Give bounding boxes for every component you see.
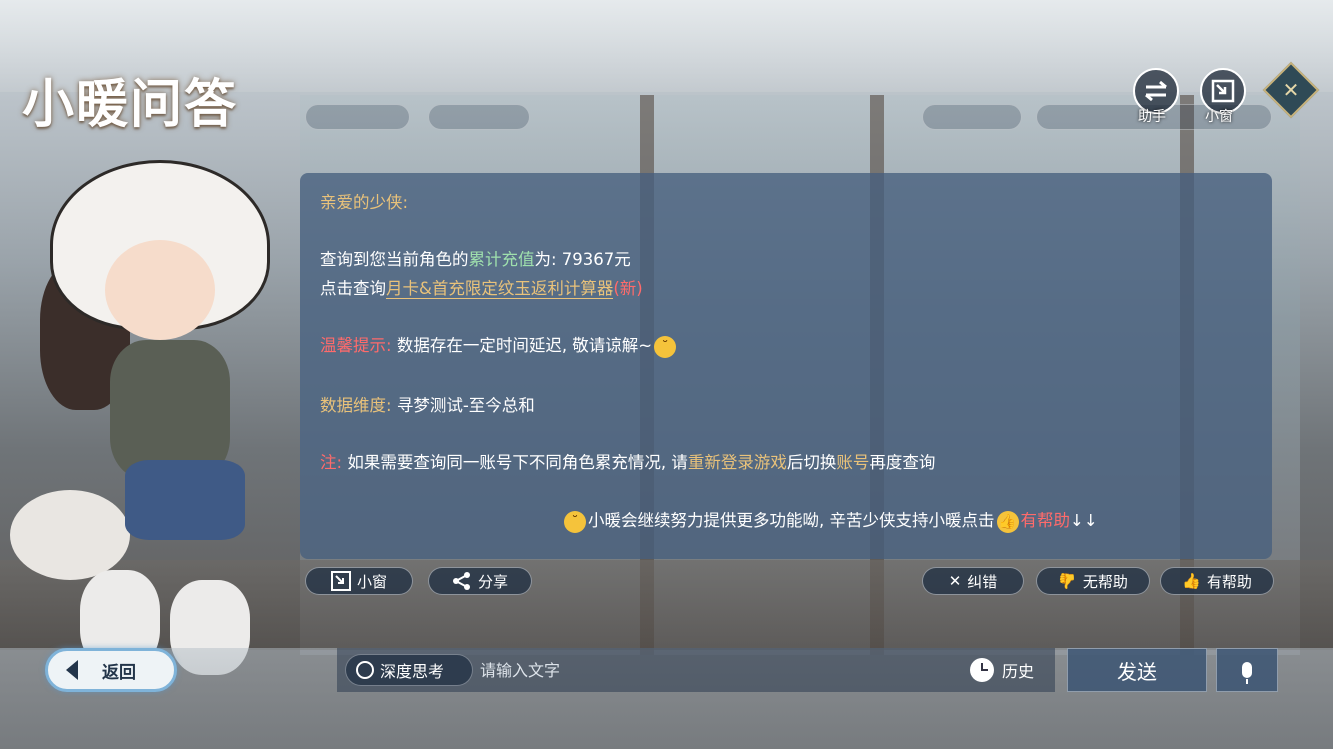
- mini-window-icon: [330, 571, 351, 591]
- helpful-button[interactable]: 👍 有帮助: [1160, 567, 1274, 595]
- thumbs-up-emoji-icon: 👍: [996, 510, 1019, 533]
- tip-label: 温馨提示:: [320, 336, 392, 355]
- message-input[interactable]: [480, 654, 960, 686]
- mic-icon: [1242, 662, 1252, 684]
- voice-button[interactable]: [1216, 648, 1278, 692]
- calculator-link[interactable]: 月卡&首充限定纹玉返利计算器: [386, 279, 614, 299]
- clock-icon: [970, 658, 994, 682]
- share-icon: [452, 572, 470, 590]
- tip-text: 数据存在一定时间延迟, 敬请谅解~: [396, 336, 653, 355]
- ghost-pill: [922, 104, 1022, 130]
- account-highlight: 账号: [836, 453, 870, 472]
- new-tag: (新): [613, 279, 643, 298]
- calculator-line: 点击查询月卡&首充限定纹玉返利计算器(新): [320, 279, 643, 299]
- relogin-highlight: 重新登录游戏: [687, 453, 787, 472]
- page-title: 小暖问答: [22, 74, 239, 135]
- ghost-pill: [428, 104, 530, 130]
- query-line: 查询到您当前角色的累计充值为: 79367元: [320, 250, 631, 269]
- x-icon: ✕: [948, 572, 962, 590]
- share-button[interactable]: 分享: [428, 567, 532, 595]
- dimension-text: 寻梦测试-至今总和: [396, 396, 535, 415]
- mini-window-icon: [1211, 79, 1235, 103]
- answer-panel: 亲爱的少侠: 查询到您当前角色的累计充值为: 79367元 点击查询月卡&首充限…: [300, 173, 1272, 559]
- ghost-pill: [305, 104, 410, 130]
- radio-circle-icon: [356, 661, 374, 679]
- greeting: 亲爱的少侠:: [320, 193, 409, 212]
- correct-button[interactable]: ✕ 纠错: [922, 567, 1024, 595]
- not-helpful-button[interactable]: 👍 无帮助: [1036, 567, 1150, 595]
- deep-think-toggle[interactable]: 深度思考: [345, 654, 473, 686]
- closing-line: ˘ 小暖会继续努力提供更多功能呦, 辛苦少侠支持小暖点击 👍 有帮助↓↓: [562, 507, 1098, 533]
- thumbs-down-icon: 👍: [1058, 572, 1077, 590]
- back-button[interactable]: 返回: [45, 648, 177, 692]
- recharge-highlight: 累计充值: [468, 250, 535, 269]
- mini-window-button[interactable]: 小窗: [305, 567, 413, 595]
- helpful-highlight: 有帮助: [1020, 511, 1071, 530]
- assistant-label: 助手: [1138, 109, 1166, 125]
- dimension-line: 数据维度: 寻梦测试-至今总和: [320, 392, 535, 416]
- dimension-label: 数据维度:: [320, 396, 392, 415]
- character-illustration: [10, 160, 290, 680]
- thumbs-up-icon: 👍: [1182, 572, 1201, 590]
- swap-icon: [1145, 80, 1167, 102]
- close-diamond-icon: ✕: [1282, 78, 1300, 102]
- history-button[interactable]: 历史: [970, 654, 1034, 686]
- note-label: 注:: [320, 453, 343, 472]
- mini-window-top-label: 小窗: [1205, 109, 1233, 125]
- emoji-icon: ˘: [564, 510, 586, 533]
- emoji-icon: ˘: [654, 335, 677, 358]
- back-arrow-icon: [66, 660, 78, 680]
- send-button[interactable]: 发送: [1067, 648, 1207, 692]
- note-line: 注: 如果需要查询同一账号下不同角色累充情况, 请重新登录游戏后切换账号再度查询: [320, 453, 936, 472]
- tip-line: 温馨提示: 数据存在一定时间延迟, 敬请谅解~ ˘: [320, 332, 678, 358]
